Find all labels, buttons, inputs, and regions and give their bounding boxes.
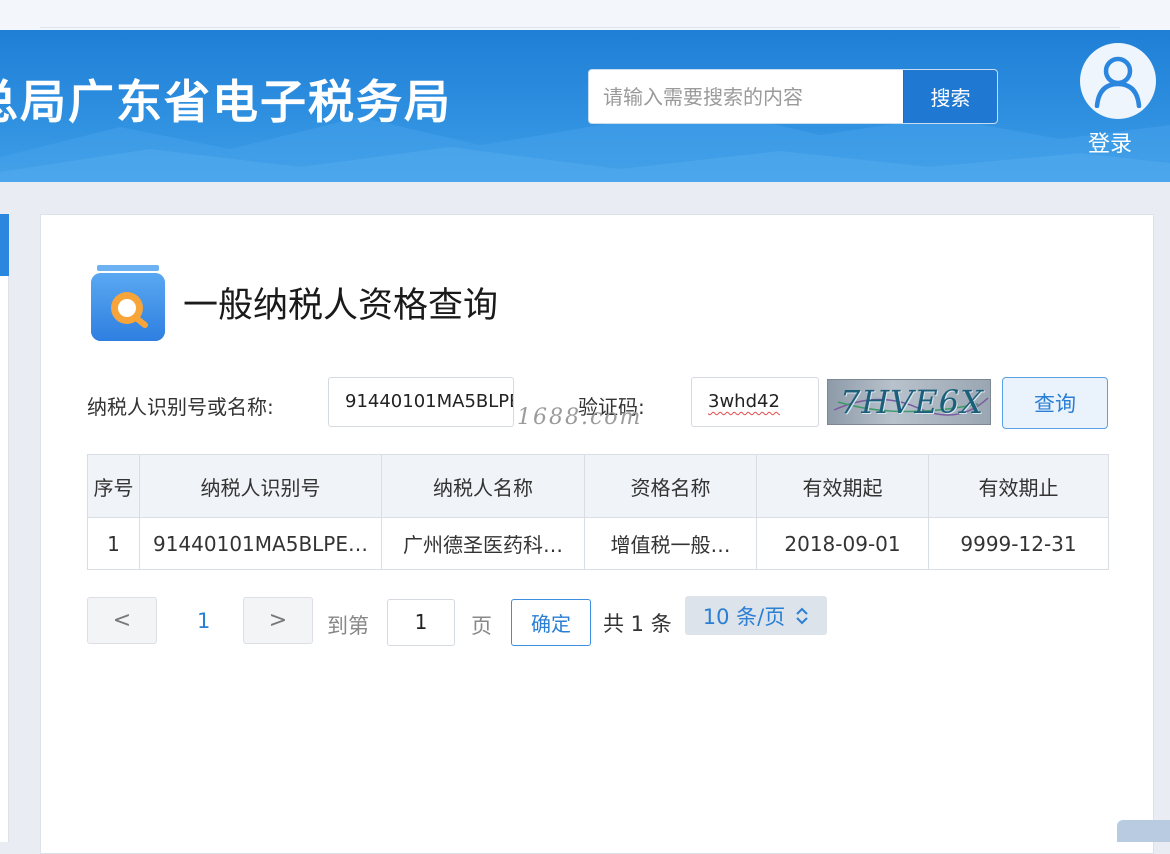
goto-confirm-button[interactable]: 确定 bbox=[511, 599, 591, 646]
next-page-button[interactable]: > bbox=[243, 597, 313, 644]
cell-taxpayer-id: 91440101MA5BLPE… bbox=[139, 517, 382, 570]
cell-index: 1 bbox=[87, 517, 140, 570]
captcha-input[interactable]: 3whd42 bbox=[691, 377, 819, 427]
goto-label: 到第 bbox=[327, 614, 369, 638]
taxpayer-id-input[interactable]: 91440101MA5BLPE bbox=[328, 377, 514, 427]
col-header-qualification: 资格名称 bbox=[584, 454, 757, 518]
page-size-value: 10 条/页 bbox=[702, 604, 786, 629]
result-table: 序号 纳税人识别号 纳税人名称 资格名称 有效期起 有效期止 1 9144010… bbox=[87, 454, 1109, 570]
query-button[interactable]: 查询 bbox=[1002, 377, 1108, 429]
watermark: 1688.com bbox=[517, 405, 643, 430]
header-banner: 总局广东省电子税务局 搜索 登录 bbox=[0, 30, 1170, 182]
captcha-image[interactable]: 7HVE6X bbox=[827, 379, 991, 425]
sidebar bbox=[0, 214, 9, 842]
search-input[interactable] bbox=[589, 70, 903, 123]
query-card: 一般纳税人资格查询 纳税人识别号或名称: 91440101MA5BLPE 验证码… bbox=[40, 214, 1154, 854]
page-title: 一般纳税人资格查询 bbox=[183, 286, 499, 326]
cell-taxpayer-name: 广州德圣医药科… bbox=[381, 517, 585, 570]
cell-valid-to: 9999-12-31 bbox=[928, 517, 1109, 570]
chat-widget-icon[interactable] bbox=[1117, 820, 1170, 842]
sidebar-active-item[interactable] bbox=[0, 214, 9, 276]
cell-qualification: 增值税一般… bbox=[584, 517, 757, 570]
goto-page-input[interactable]: 1 bbox=[387, 599, 455, 646]
user-avatar-icon[interactable] bbox=[1080, 43, 1156, 119]
col-header-index: 序号 bbox=[87, 454, 140, 518]
table-row[interactable]: 1 91440101MA5BLPE… 广州德圣医药科… 增值税一般… 2018-… bbox=[87, 517, 1109, 570]
page-unit-label: 页 bbox=[471, 614, 492, 638]
col-header-valid-to: 有效期止 bbox=[928, 454, 1109, 518]
search-magnifier-icon bbox=[91, 265, 165, 341]
total-count: 共 1 条 bbox=[603, 612, 672, 636]
col-header-taxpayer-id: 纳税人识别号 bbox=[139, 454, 382, 518]
chevron-updown-icon bbox=[796, 607, 808, 624]
prev-page-button[interactable]: < bbox=[87, 597, 157, 644]
browser-top-strip bbox=[0, 0, 1170, 30]
page-size-select[interactable]: 10 条/页 bbox=[685, 596, 827, 635]
col-header-taxpayer-name: 纳税人名称 bbox=[381, 454, 585, 518]
table-header-row: 序号 纳税人识别号 纳税人名称 资格名称 有效期起 有效期止 bbox=[87, 454, 1109, 518]
search-box: 搜索 bbox=[588, 69, 998, 124]
cell-valid-from: 2018-09-01 bbox=[756, 517, 929, 570]
login-link[interactable]: 登录 bbox=[1088, 126, 1132, 158]
search-button[interactable]: 搜索 bbox=[903, 70, 997, 123]
site-title: 总局广东省电子税务局 bbox=[0, 75, 452, 129]
page-number-current[interactable]: 1 bbox=[197, 609, 210, 633]
col-header-valid-from: 有效期起 bbox=[756, 454, 929, 518]
taxpayer-label: 纳税人识别号或名称: bbox=[87, 395, 274, 419]
